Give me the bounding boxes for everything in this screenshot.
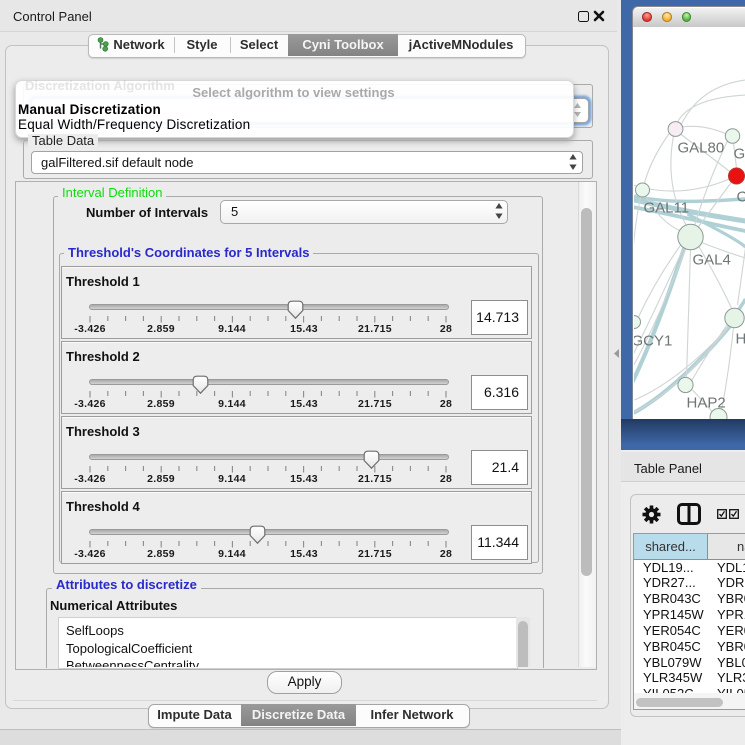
svg-text:GA: GA: [734, 146, 745, 163]
svg-text:GAL11: GAL11: [644, 200, 690, 217]
svg-text:HAP2: HAP2: [687, 395, 726, 412]
svg-text:CR: CR: [737, 189, 745, 206]
svg-text:GAL4: GAL4: [693, 252, 731, 269]
svg-text:HA: HA: [736, 331, 745, 348]
svg-text:GAL80: GAL80: [678, 140, 725, 157]
svg-text:GCY1: GCY1: [634, 333, 672, 350]
